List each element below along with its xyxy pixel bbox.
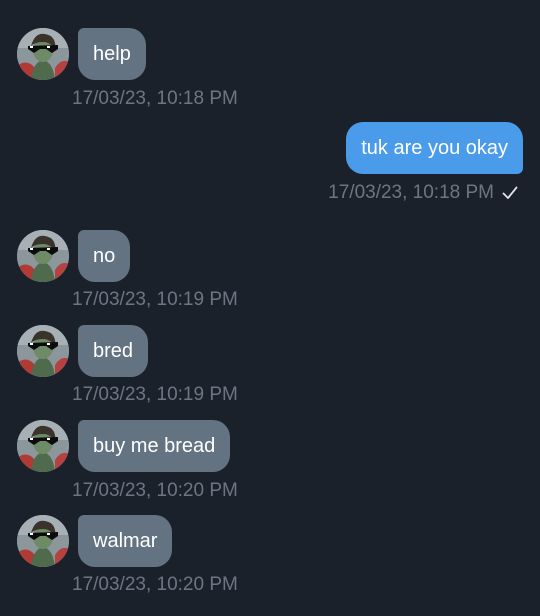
message-bubble[interactable]: walmar — [78, 515, 173, 567]
message-text: tuk are you okay — [361, 137, 508, 159]
avatar-image — [17, 325, 69, 377]
message-bubble[interactable]: no — [78, 230, 131, 282]
contact-avatar[interactable] — [17, 28, 69, 80]
avatar-image — [17, 515, 69, 567]
message-text: buy me bread — [93, 435, 216, 457]
message-timestamp: 17/03/23, 10:19 PM — [72, 384, 238, 405]
message-text: no — [93, 245, 116, 267]
message-timestamp: 17/03/23, 10:19 PM — [72, 289, 238, 310]
message-timestamp: 17/03/23, 10:20 PM — [72, 574, 238, 595]
message-bubble[interactable]: help — [78, 28, 146, 80]
message-text: bred — [93, 340, 134, 362]
contact-avatar[interactable] — [17, 420, 69, 472]
message-timestamp: 17/03/23, 10:18 PM — [328, 182, 494, 203]
avatar-image — [17, 230, 69, 282]
message-bubble[interactable]: bred — [78, 325, 149, 377]
contact-avatar[interactable] — [17, 325, 69, 377]
message-timestamp: 17/03/23, 10:18 PM — [72, 88, 238, 109]
contact-avatar[interactable] — [17, 230, 69, 282]
avatar-image — [17, 28, 69, 80]
checkmark-icon — [502, 186, 518, 199]
message-thread[interactable]: help 17/03/23, 10:18 PM tuk are you okay… — [0, 0, 540, 616]
message-bubble[interactable]: tuk are you okay — [346, 122, 523, 174]
message-timestamp: 17/03/23, 10:20 PM — [72, 480, 238, 501]
message-text: help — [93, 43, 131, 65]
message-bubble[interactable]: buy me bread — [78, 420, 231, 472]
avatar-image — [17, 420, 69, 472]
message-text: walmar — [93, 530, 158, 552]
contact-avatar[interactable] — [17, 515, 69, 567]
